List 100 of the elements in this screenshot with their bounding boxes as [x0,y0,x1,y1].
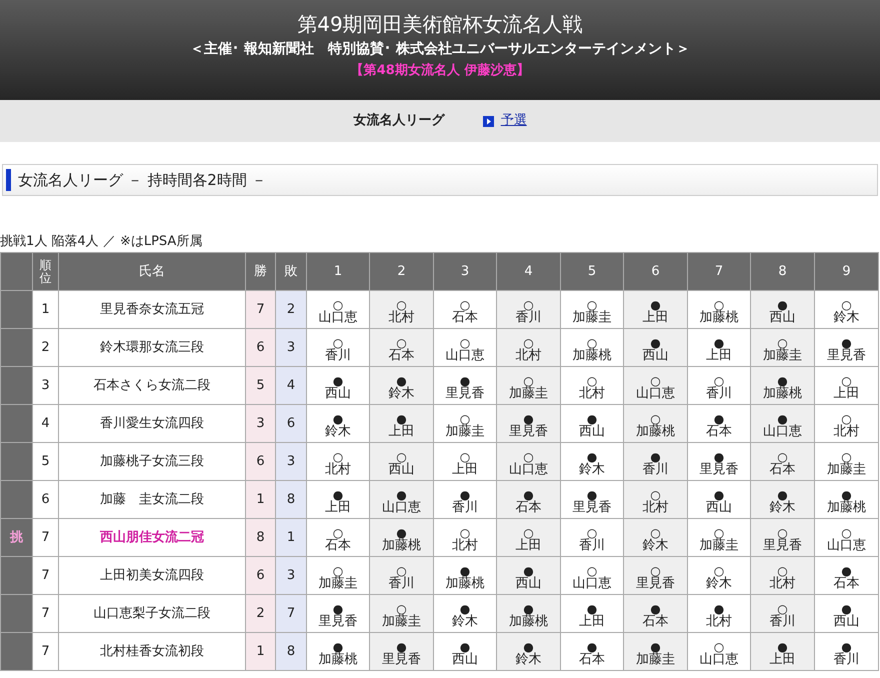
result-mark: ● [332,374,344,386]
opponent-name: 上田 [452,462,478,476]
opponent-name: 西山 [452,652,478,666]
losses-cell: 2 [276,290,306,328]
opponent-name: 北村 [452,538,478,552]
wins-cell: 6 [246,328,276,366]
result-mark: ● [650,336,661,348]
opponent-name: 香川 [642,462,668,476]
result-mark: ● [777,412,788,424]
side-cell [0,366,32,404]
opponent-name: 石本 [706,424,732,438]
result-mark: ○ [523,336,534,348]
nav-item-current[interactable]: 女流名人リーグ [353,111,444,131]
result-mark: ○ [523,450,534,462]
opponent-name: 石本 [770,462,796,476]
opponent-name: 上田 [706,348,732,362]
result-mark: ● [777,298,788,310]
rank-cell: 7 [32,632,58,670]
player-name-cell: 鈴木環那女流三段 [58,328,246,366]
column-header: 順位 [32,252,58,290]
opponent-name: 里見香 [318,614,358,628]
opponent-name: 加藤桃 [636,424,675,438]
wins-cell: 6 [246,442,276,480]
opponent-name: 里見香 [636,576,675,590]
wins-cell: 7 [246,290,276,328]
column-header: 6 [624,252,688,290]
arrow-square-icon [483,116,494,126]
opponent-name: 上田 [516,538,542,552]
opponent-name: 加藤桃 [446,576,484,590]
losses-cell: 3 [276,442,306,480]
column-header: 敗 [276,252,306,290]
wins-cell: 1 [246,480,276,518]
result-mark: ○ [586,298,598,310]
losses-cell: 3 [276,556,306,594]
opponent-name: 里見香 [446,386,484,400]
column-header: 7 [688,252,750,290]
opponent-name: 上田 [770,652,796,666]
losses-cell: 3 [276,328,306,366]
result-mark: ● [332,412,344,424]
result-mark: ● [841,602,852,614]
player-name-cell: 石本さくら女流二段 [58,366,246,404]
column-header: 1 [306,252,370,290]
opponent-name: 加藤桃 [572,348,612,362]
result-mark: ○ [714,564,724,576]
opponent-name: 香川 [770,614,796,628]
result-mark: ○ [650,526,661,538]
opponent-name: 石本 [642,614,668,628]
player-name-cell: 香川愛生女流四段 [58,404,246,442]
rank-cell: 3 [32,366,58,404]
opponent-name: 鈴木 [834,310,860,324]
result-mark: ● [460,640,470,652]
opponent-name: 加藤圭 [827,462,866,476]
result-mark: ○ [332,336,344,348]
nav-link[interactable]: 予選 [500,111,527,131]
wins-cell: 1 [246,632,276,670]
result-mark: ● [332,488,344,500]
result-mark: ○ [586,526,598,538]
result-mark: ○ [777,450,788,462]
opponent-name: 山口恵 [446,348,484,362]
result-mark: ○ [841,374,852,386]
result-mark: ○ [396,450,407,462]
result-mark: ○ [396,564,407,576]
result-mark: ○ [332,450,344,462]
player-name-cell: 山口恵梨子女流二段 [58,594,246,632]
column-header: 9 [814,252,878,290]
opponent-name: 北村 [706,614,732,628]
opponent-name: 香川 [579,538,605,552]
rank-cell: 7 [32,594,58,632]
result-mark: ○ [460,450,470,462]
result-mark: ○ [460,526,470,538]
opponent-name: 山口恵 [636,386,675,400]
opponent-name: 加藤圭 [572,310,612,324]
rank-cell: 1 [32,290,58,328]
opponent-name: 香川 [452,500,478,514]
result-mark: ○ [523,526,534,538]
result-mark: ○ [777,526,788,538]
opponent-name: 加藤圭 [636,652,675,666]
result-mark: ○ [460,336,470,348]
opponent-name: 上田 [388,424,414,438]
challenger-label: 挑 [10,530,23,545]
opponent-name: 加藤圭 [763,348,802,362]
opponent-name: 石本 [388,348,414,362]
result-mark: ● [841,640,852,652]
result-mark: ○ [396,298,407,310]
opponent-name: 鈴木 [579,462,605,476]
result-mark: ● [460,564,470,576]
rank-cell: 4 [32,404,58,442]
side-cell [0,442,32,480]
opponent-name: 北村 [642,500,668,514]
result-mark: ○ [332,526,344,538]
column-header: 8 [750,252,814,290]
result-mark: ○ [714,374,724,386]
result-mark: ○ [396,336,407,348]
wins-cell: 5 [246,366,276,404]
champion-line: 【第48期女流名人 伊藤沙恵】 [350,62,530,80]
player-name-cell: 西山朋佳女流二冠 [58,518,246,556]
result-mark: ○ [460,298,470,310]
opponent-name: 加藤圭 [509,386,548,400]
opponent-name: 里見香 [700,462,738,476]
opponent-name: 山口恵 [318,310,358,324]
